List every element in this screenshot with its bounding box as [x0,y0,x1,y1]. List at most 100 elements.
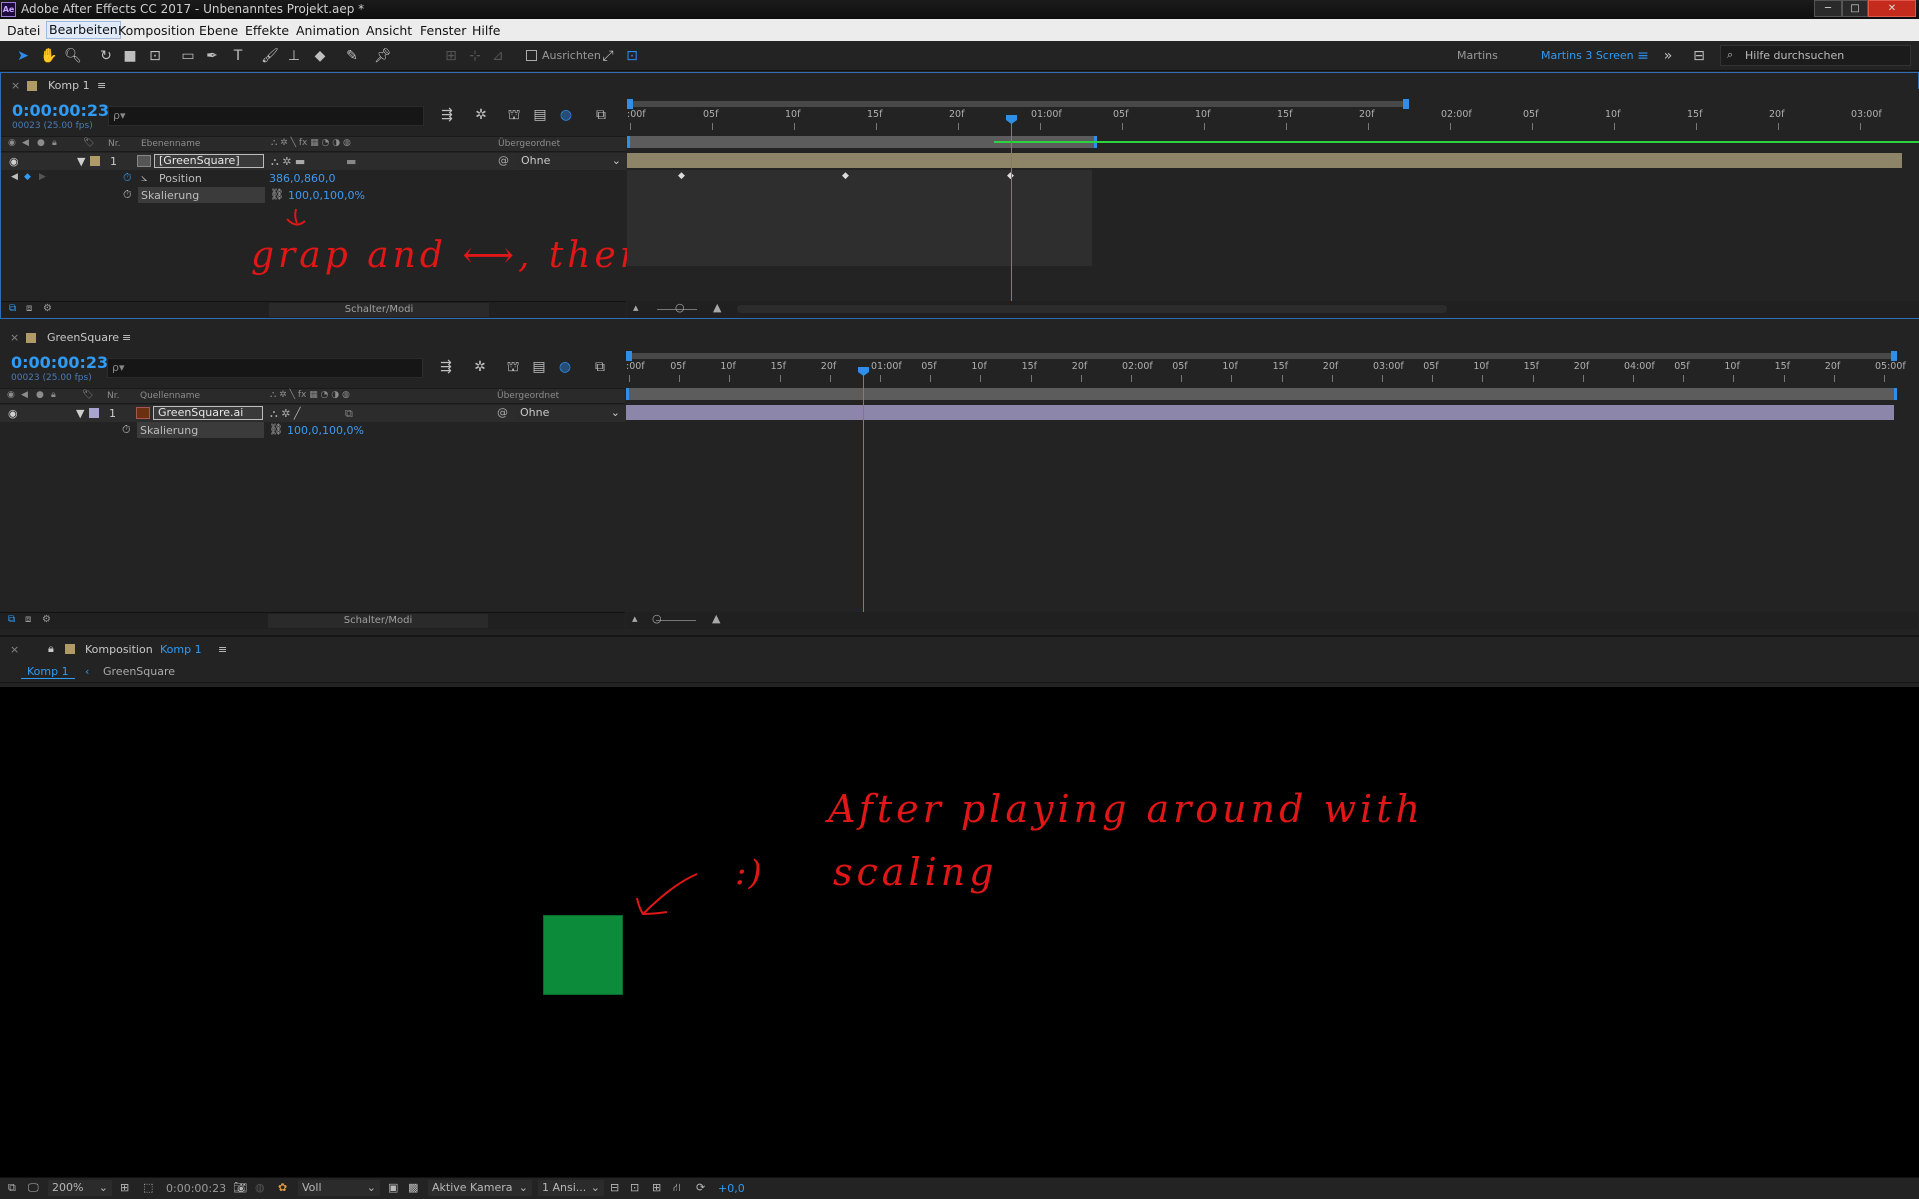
hand-tool-icon[interactable]: ✋ [39,46,59,66]
zoom-in-icon[interactable]: ▲ [712,612,720,625]
pickwhip-icon[interactable]: @ [498,154,509,167]
axis-world-icon[interactable]: ⊹ [465,46,485,66]
current-time-display[interactable]: 0:00:00:23 [166,1182,226,1195]
graph-editor-icon[interactable]: ⧉ [590,357,610,377]
comp-mini-flowchart-icon[interactable]: ⇶ [436,357,456,377]
breadcrumb-komp1[interactable]: Komp 1 [21,665,75,679]
current-time[interactable]: 0:00:00:23 [12,101,109,120]
toggle-switches-modes[interactable]: Schalter/Modi [269,303,489,317]
composition-viewer[interactable]: :) After playing around with scaling [0,687,1919,1177]
komp1-timeline-area[interactable]: :00f 05f 10f 15f 20f 01:00f 05f 10f 15f 20f 02:00f… [627,89,1919,301]
layer-switches-toggle-icon[interactable]: ⧉ [8,614,15,625]
menu-effekte[interactable]: Effekte [245,23,289,38]
snap-icon[interactable]: ⤢ [598,46,618,66]
flowchart-icon[interactable]: ⛙ [673,1181,681,1196]
roto-brush-tool-icon[interactable]: ✎ [342,46,362,66]
help-search-input[interactable]: ⌕ Hilfe durchsuchen [1720,45,1911,66]
stopwatch-icon[interactable]: ⏱︎ [122,423,131,437]
current-time-indicator[interactable] [863,371,864,612]
brush-tool-icon[interactable]: 🖌︎ [260,46,280,66]
views-dropdown[interactable]: 1 Ansi... ⌄ [538,1180,604,1196]
transfer-controls-icon[interactable]: ⧈ [25,614,31,625]
menu-fenster[interactable]: Fenster [420,23,466,38]
parent-dropdown[interactable]: Ohne ⌄ [517,154,627,169]
menu-ansicht[interactable]: Ansicht [366,23,412,38]
rotate-tool-icon[interactable]: ↻ [96,46,116,66]
position-property-row[interactable]: ◀ ◆ ▶ ⏱︎ ⦣ Position 386,0,860,0 [1,170,626,187]
in-out-toggle-icon[interactable]: ⚙︎ [42,614,51,625]
ausrichten-checkbox[interactable] [526,50,537,61]
transfer-controls-icon[interactable]: ⧈ [26,303,32,314]
scale-property-row[interactable]: ⏱︎ Skalierung ⛓︎ 100,0,100,0% [0,422,625,439]
color-channels-icon[interactable]: ✿ [278,1181,287,1194]
timeline-scrollbar[interactable] [737,305,1447,313]
zoom-in-icon[interactable]: ▲ [713,301,721,314]
parent-dropdown[interactable]: Ohne ⌄ [516,406,626,421]
snap-options-icon[interactable]: ⊡ [622,46,642,66]
stopwatch-icon[interactable]: ⏱︎ [123,188,132,202]
workspace-martins[interactable]: Martins [1457,49,1498,62]
lock-icon[interactable]: 🔒︎ [48,642,54,656]
scale-property-row[interactable]: ⏱︎ Skalierung ⛓︎ 100,0,100,0% [1,187,626,204]
tab-greensquare[interactable]: GreenSquare [47,331,119,344]
scale-value[interactable]: 100,0,100,0% [287,424,364,437]
frame-blending-icon[interactable]: ▤ [529,357,549,377]
breadcrumb-greensquare[interactable]: GreenSquare [103,665,175,678]
workspace-martins-3-screen[interactable]: Martins 3 Screen [1541,49,1634,62]
motion-blur-icon[interactable]: ◍ [556,105,576,125]
stopwatch-icon[interactable]: ⏱︎ [123,171,132,185]
constrain-proportions-icon[interactable]: ⛓︎ [270,188,284,201]
zoom-slider-track[interactable] [656,620,696,621]
reset-exposure-icon[interactable]: ⟳ [696,1181,705,1194]
layer-duration-bar[interactable] [627,153,1902,168]
layer-mode-icon[interactable]: ⧉ [345,407,353,421]
safe-margins-icon[interactable]: ⊞ [120,1181,129,1194]
always-preview-icon[interactable]: ⧉ [8,1181,16,1195]
label-color-icon[interactable] [89,408,99,418]
snapshot-icon[interactable]: 📷︎ [233,1181,247,1194]
draft-3d-icon[interactable]: ✲ [471,105,491,125]
add-keyframe-icon[interactable]: ◆ [24,172,31,182]
toggle-pixel-aspect-icon[interactable]: ⊟ [610,1181,619,1194]
draft-3d-icon[interactable]: ✲ [470,357,490,377]
current-time-indicator[interactable] [1011,119,1012,301]
monitor-icon[interactable]: 🖵︎ [28,1181,39,1195]
menu-komposition[interactable]: Komposition [118,23,195,38]
layer-name[interactable]: [GreenSquare] [154,154,264,168]
shy-layers-icon[interactable]: ⛫ [503,357,523,377]
layer-name[interactable]: GreenSquare.ai [153,406,263,420]
transparency-grid-icon[interactable]: ▩ [408,1181,418,1194]
fast-previews-icon[interactable]: ⊡ [630,1181,639,1194]
constrain-proportions-icon[interactable]: ⛓︎ [269,423,283,436]
layer-row[interactable]: ◉ ▼ 1 GreenSquare.ai ⛬ ✲ ╱ ⧉ @ Ohne ⌄ [0,405,626,422]
time-ruler[interactable]: :00f 05f 10f 15f 20f 01:00f 05f 10f 15f 20f 02:00f… [627,107,1897,135]
menu-ebene[interactable]: Ebene [199,23,238,38]
maximize-button[interactable]: □ [1842,0,1868,17]
menu-datei[interactable]: Datei [7,23,40,38]
panel-menu-icon[interactable]: ≡ [122,331,131,344]
time-ruler[interactable]: :00f 05f 10f 15f 20f 01:00f 05f 10f 15f 20f 02:00f… [626,359,1906,387]
zoom-dropdown[interactable]: 200% ⌄ [48,1180,112,1196]
layer-search-input[interactable]: ρ▾ [107,358,423,378]
panel-menu-icon[interactable]: ≡ [218,643,227,656]
sync-settings-icon[interactable]: ⊟ [1689,46,1709,66]
greensquare-timeline-area[interactable]: :00f 05f 10f 15f 20f 01:00f 05f 10f 15f 20f 02:00f… [626,341,1918,612]
in-out-toggle-icon[interactable]: ⚙︎ [43,303,52,314]
exposure-value[interactable]: +0,0 [718,1182,745,1195]
clone-stamp-tool-icon[interactable]: ⊥ [284,46,304,66]
position-value[interactable]: 386,0,860,0 [269,172,335,185]
camera-tool-icon[interactable]: ■ [120,46,140,66]
region-of-interest-icon[interactable]: ▣ [388,1181,398,1194]
layer-mode-dash[interactable]: ▬ [346,155,356,168]
scale-value[interactable]: 100,0,100,0% [288,189,365,202]
workspace-menu-icon[interactable]: ≡ [1633,46,1653,66]
close-tab-icon[interactable]: × [11,79,20,92]
zoom-tool-icon[interactable]: 🔍︎ [63,46,83,66]
axis-view-icon[interactable]: ⊿ [488,46,508,66]
expand-triangle-icon[interactable]: ▼ [76,407,84,420]
camera-dropdown[interactable]: Aktive Kamera ⌄ [428,1180,532,1196]
graph-editor-icon[interactable]: ⧉ [591,105,611,125]
puppet-pin-tool-icon[interactable]: 📌︎ [373,46,393,66]
pen-tool-icon[interactable]: ✒ [202,46,222,66]
tab-komp1[interactable]: Komp 1 [48,79,90,92]
